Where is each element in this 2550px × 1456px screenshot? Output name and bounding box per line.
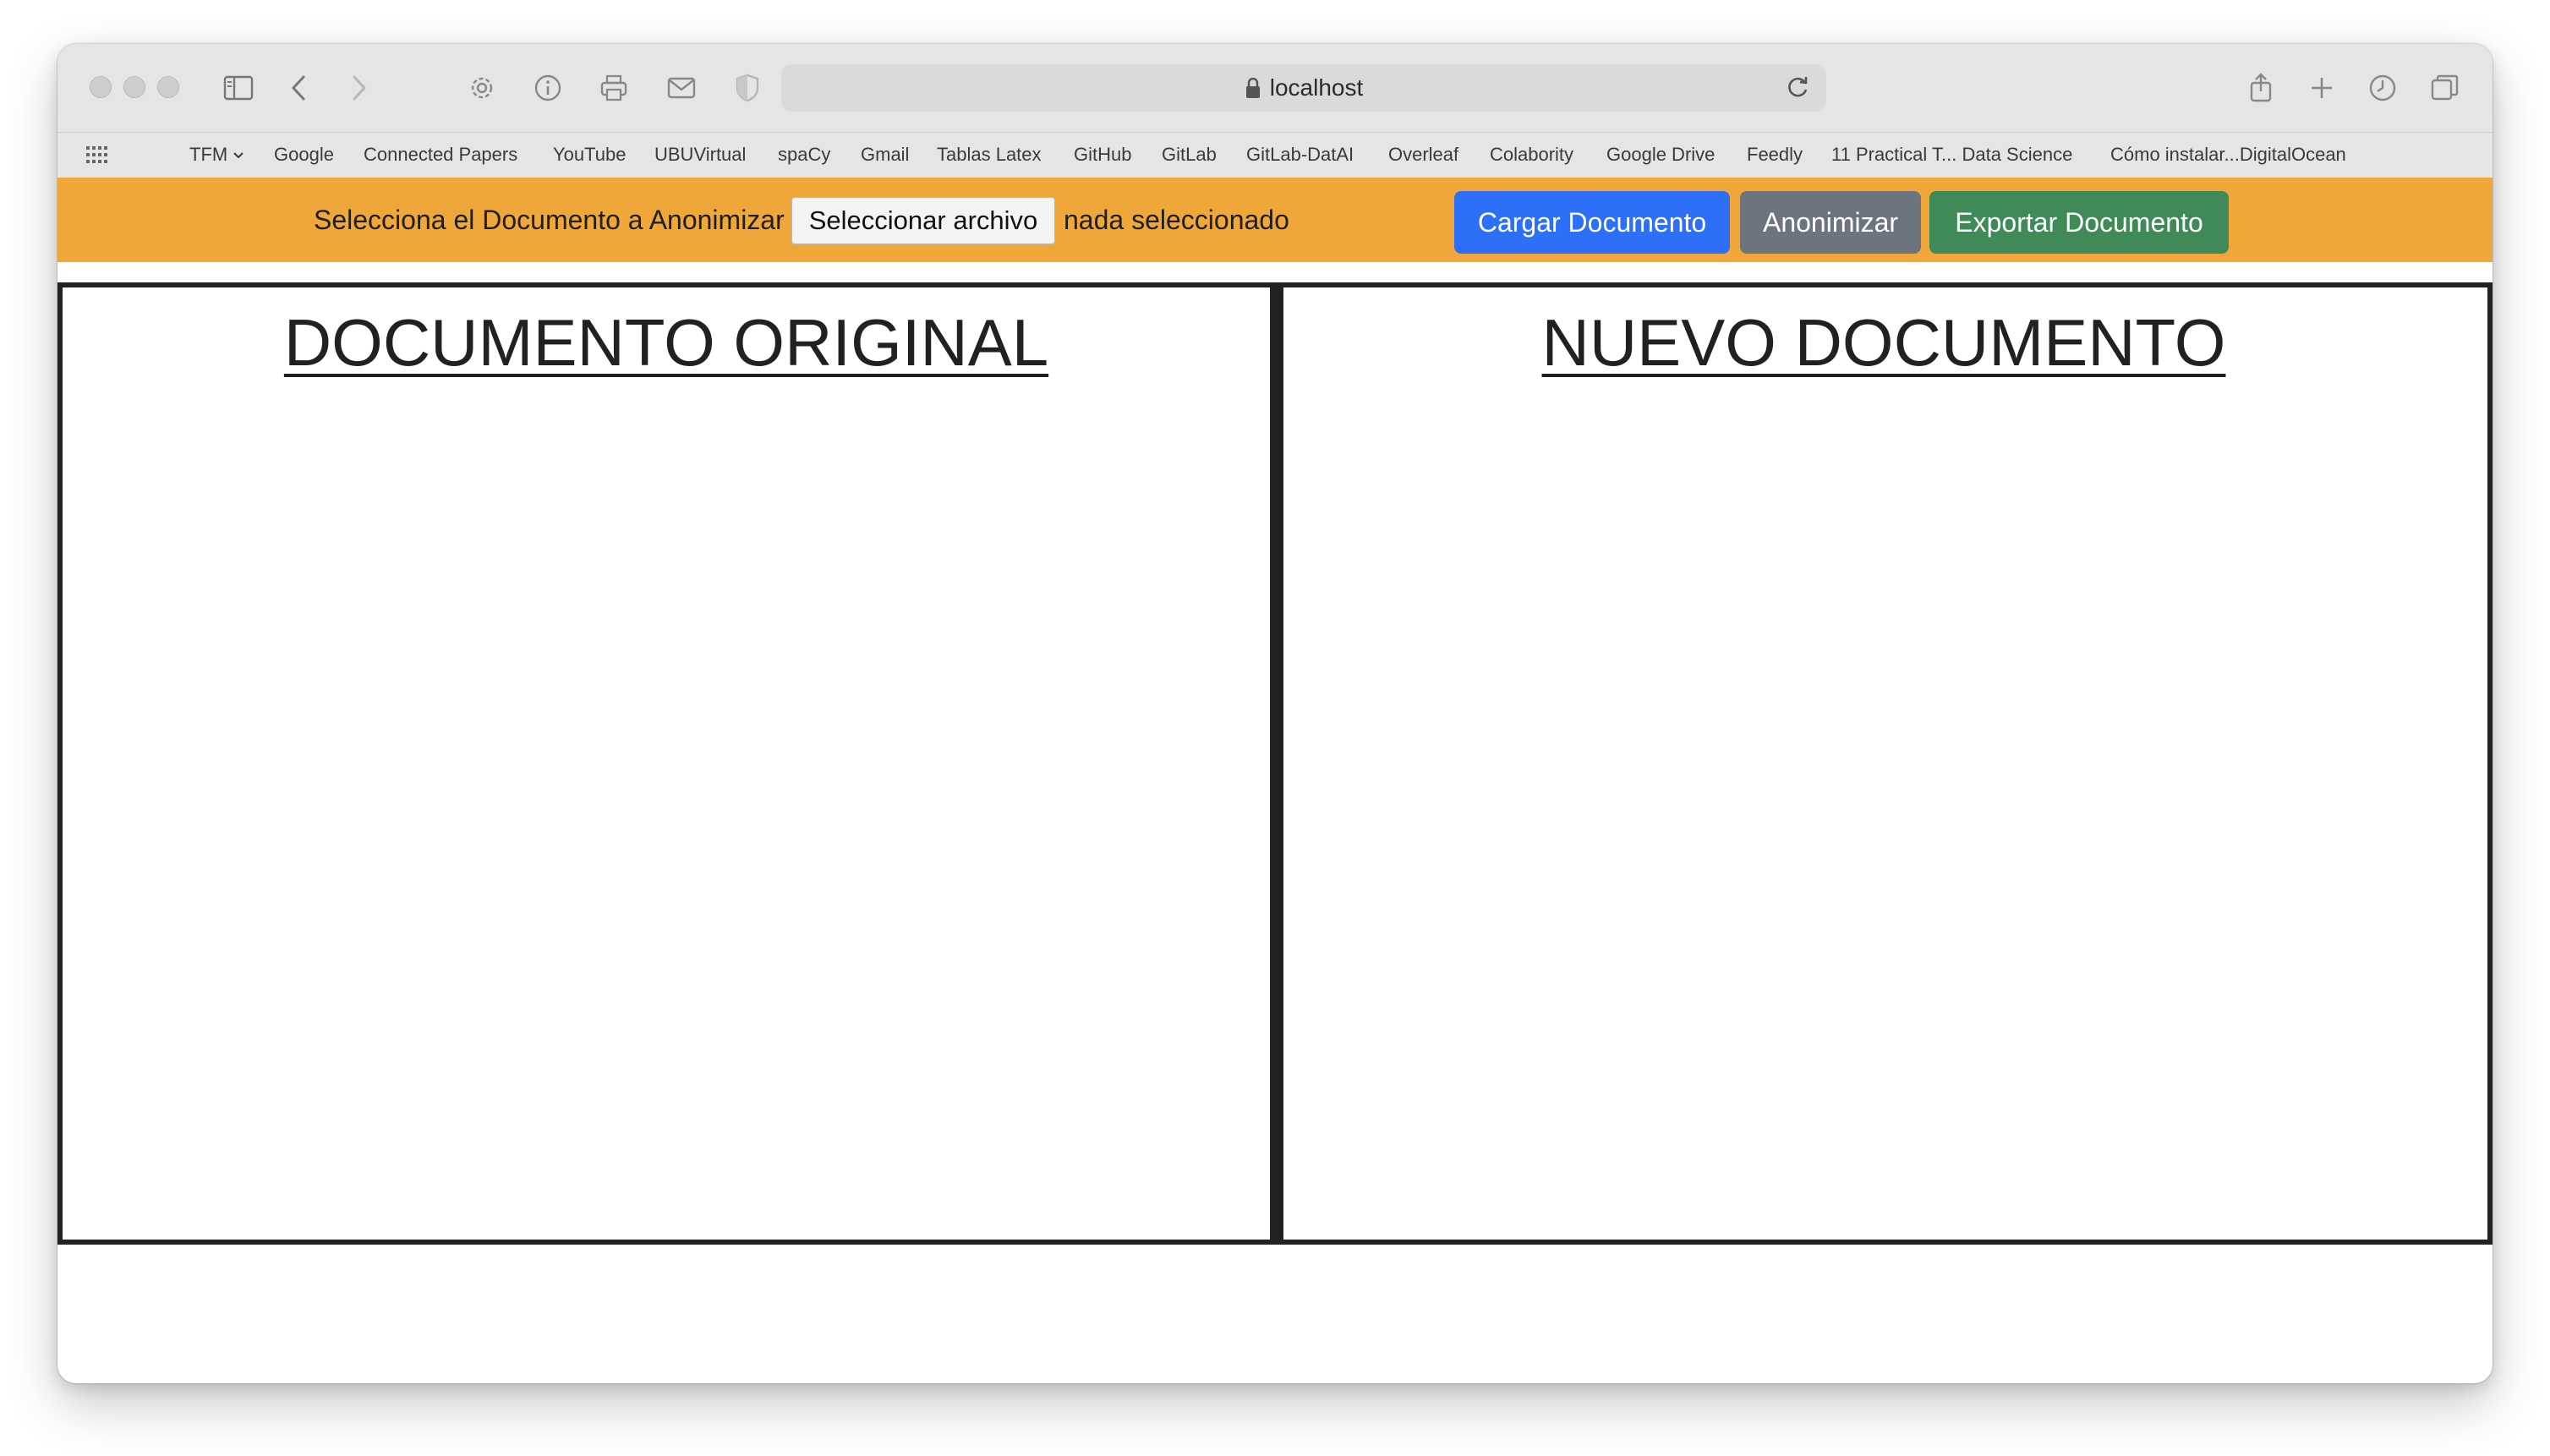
- favorite-item[interactable]: UBUVirtual: [654, 133, 746, 177]
- favorite-item[interactable]: spaCy: [778, 133, 830, 177]
- screen: localhost TFM Google Connected Papers Yo…: [0, 0, 2550, 1456]
- favorite-item[interactable]: Google Drive: [1606, 133, 1715, 177]
- favorite-item[interactable]: Gmail: [861, 133, 909, 177]
- tab-overview-icon[interactable]: [2425, 68, 2465, 108]
- favorite-item[interactable]: GitLab: [1162, 133, 1217, 177]
- chevron-down-icon: [233, 152, 244, 159]
- minimize-window-button[interactable]: [123, 76, 145, 98]
- favorite-item[interactable]: GitLab-DatAI: [1246, 133, 1354, 177]
- favorite-item[interactable]: GitHub: [1074, 133, 1131, 177]
- new-document-title: NUEVO DOCUMENTO: [1541, 305, 2226, 380]
- anonymize-button[interactable]: Anonimizar: [1740, 191, 1921, 254]
- browser-toolbar: localhost: [57, 44, 2493, 132]
- favorites-bar: TFM Google Connected Papers YouTube UBUV…: [57, 132, 2493, 178]
- sidebar-icon[interactable]: [218, 68, 259, 108]
- plus-icon[interactable]: [2301, 68, 2342, 108]
- printer-icon[interactable]: [594, 68, 634, 108]
- new-document-panel: NUEVO DOCUMENTO: [1275, 282, 2493, 1245]
- export-document-button[interactable]: Exportar Documento: [1929, 191, 2229, 254]
- file-status-text: nada seleccionado: [1064, 205, 1289, 235]
- chevron-right-icon[interactable]: [338, 68, 379, 108]
- address-bar[interactable]: localhost: [781, 64, 1826, 112]
- browser-window: localhost TFM Google Connected Papers Yo…: [57, 44, 2493, 1383]
- app-header: Selecciona el Documento a Anonimizar Sel…: [57, 178, 2493, 262]
- envelope-icon[interactable]: [661, 68, 702, 108]
- favorite-item[interactable]: Colabority: [1490, 133, 1573, 177]
- reload-icon[interactable]: [1782, 73, 1813, 103]
- favorite-item[interactable]: Overleaf: [1388, 133, 1458, 177]
- load-document-button[interactable]: Cargar Documento: [1454, 191, 1730, 254]
- url-text: localhost: [1269, 74, 1364, 101]
- original-document-title: DOCUMENTO ORIGINAL: [283, 305, 1049, 380]
- gear-icon[interactable]: [462, 68, 502, 108]
- share-icon[interactable]: [2241, 68, 2281, 108]
- lock-icon: [1245, 77, 1260, 98]
- panel-divider: [1272, 282, 1283, 1245]
- favorite-item[interactable]: YouTube: [553, 133, 626, 177]
- grid-icon[interactable]: [85, 145, 108, 165]
- info-icon[interactable]: [528, 68, 568, 108]
- favorite-item[interactable]: Connected Papers: [364, 133, 517, 177]
- favorite-item-tfm[interactable]: TFM: [189, 133, 244, 177]
- zoom-window-button[interactable]: [157, 76, 179, 98]
- favorite-item[interactable]: 11 Practical T... Data Science: [1831, 133, 2072, 177]
- favorite-item[interactable]: Feedly: [1747, 133, 1803, 177]
- chevron-left-icon[interactable]: [279, 68, 320, 108]
- close-window-button[interactable]: [90, 76, 112, 98]
- choose-file-button[interactable]: Seleccionar archivo: [791, 197, 1055, 244]
- original-document-panel: DOCUMENTO ORIGINAL: [57, 282, 1275, 1245]
- select-document-label: Selecciona el Documento a Anonimizar: [314, 205, 785, 235]
- clock-icon[interactable]: [2362, 68, 2403, 108]
- favorite-item[interactable]: Cómo instalar...DigitalOcean: [2110, 133, 2346, 177]
- shield-icon[interactable]: [727, 68, 768, 108]
- favorite-item[interactable]: Google: [274, 133, 334, 177]
- favorite-item[interactable]: Tablas Latex: [937, 133, 1042, 177]
